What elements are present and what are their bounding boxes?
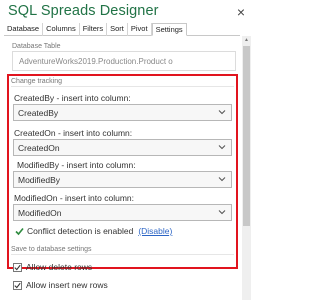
conflict-detection-text: Conflict detection is enabled: [27, 226, 134, 236]
modifiedby-value: ModifiedBy: [18, 175, 61, 185]
modifiedby-select[interactable]: ModifiedBy: [13, 171, 232, 188]
tab-columns[interactable]: Columns: [43, 23, 80, 36]
scroll-up-icon[interactable]: ▲: [242, 36, 251, 44]
createdby-value: CreatedBy: [18, 108, 59, 118]
close-icon[interactable]: ×: [230, 3, 252, 21]
section-divider: [11, 86, 234, 87]
chevron-down-icon: [218, 177, 226, 182]
createdon-select[interactable]: CreatedOn: [13, 139, 232, 156]
tab-pivot[interactable]: Pivot: [128, 23, 152, 36]
modifiedby-label: ModifiedBy - insert into column:: [17, 160, 136, 170]
allow-delete-rows-label: Allow delete rows: [26, 262, 93, 272]
save-settings-label: Save to database settings: [11, 246, 92, 253]
panel-title: SQL Spreads Designer: [8, 3, 159, 19]
modifiedon-value: ModifiedOn: [18, 208, 62, 218]
createdon-value: CreatedOn: [18, 143, 60, 153]
section-divider: [11, 254, 234, 255]
change-tracking-label: Change tracking: [11, 78, 62, 85]
scrollbar-thumb[interactable]: [243, 46, 250, 226]
allow-insert-rows-label: Allow insert new rows: [26, 280, 108, 290]
checkbox-icon: [13, 262, 22, 272]
tab-bar: Database Columns Filters Sort Pivot Sett…: [4, 23, 240, 36]
allow-insert-rows-checkbox[interactable]: Allow insert new rows: [13, 280, 108, 290]
modifiedon-label: ModifiedOn - insert into column:: [14, 193, 134, 203]
tab-filters[interactable]: Filters: [80, 23, 108, 36]
chevron-down-icon: [218, 210, 226, 215]
chevron-down-icon: [218, 110, 226, 115]
allow-delete-rows-checkbox[interactable]: Allow delete rows: [13, 262, 92, 272]
modifiedon-select[interactable]: ModifiedOn: [13, 204, 232, 221]
createdon-label: CreatedOn - insert into column:: [14, 128, 133, 138]
tab-sort[interactable]: Sort: [107, 23, 128, 36]
createdby-label: CreatedBy - insert into column:: [14, 93, 131, 103]
checkbox-icon: [13, 280, 22, 290]
check-icon: [15, 227, 24, 235]
createdby-select[interactable]: CreatedBy: [13, 104, 232, 121]
database-table-field: AdventureWorks2019.Production.Product o: [12, 51, 236, 71]
tab-database[interactable]: Database: [4, 23, 44, 36]
disable-link[interactable]: (Disable): [138, 226, 172, 236]
conflict-detection-status: Conflict detection is enabled (Disable): [15, 226, 172, 236]
chevron-down-icon: [218, 145, 226, 150]
tab-settings[interactable]: Settings: [151, 23, 187, 36]
designer-panel: SQL Spreads Designer × Database Columns …: [0, 0, 264, 300]
database-table-label: Database Table: [12, 43, 61, 50]
